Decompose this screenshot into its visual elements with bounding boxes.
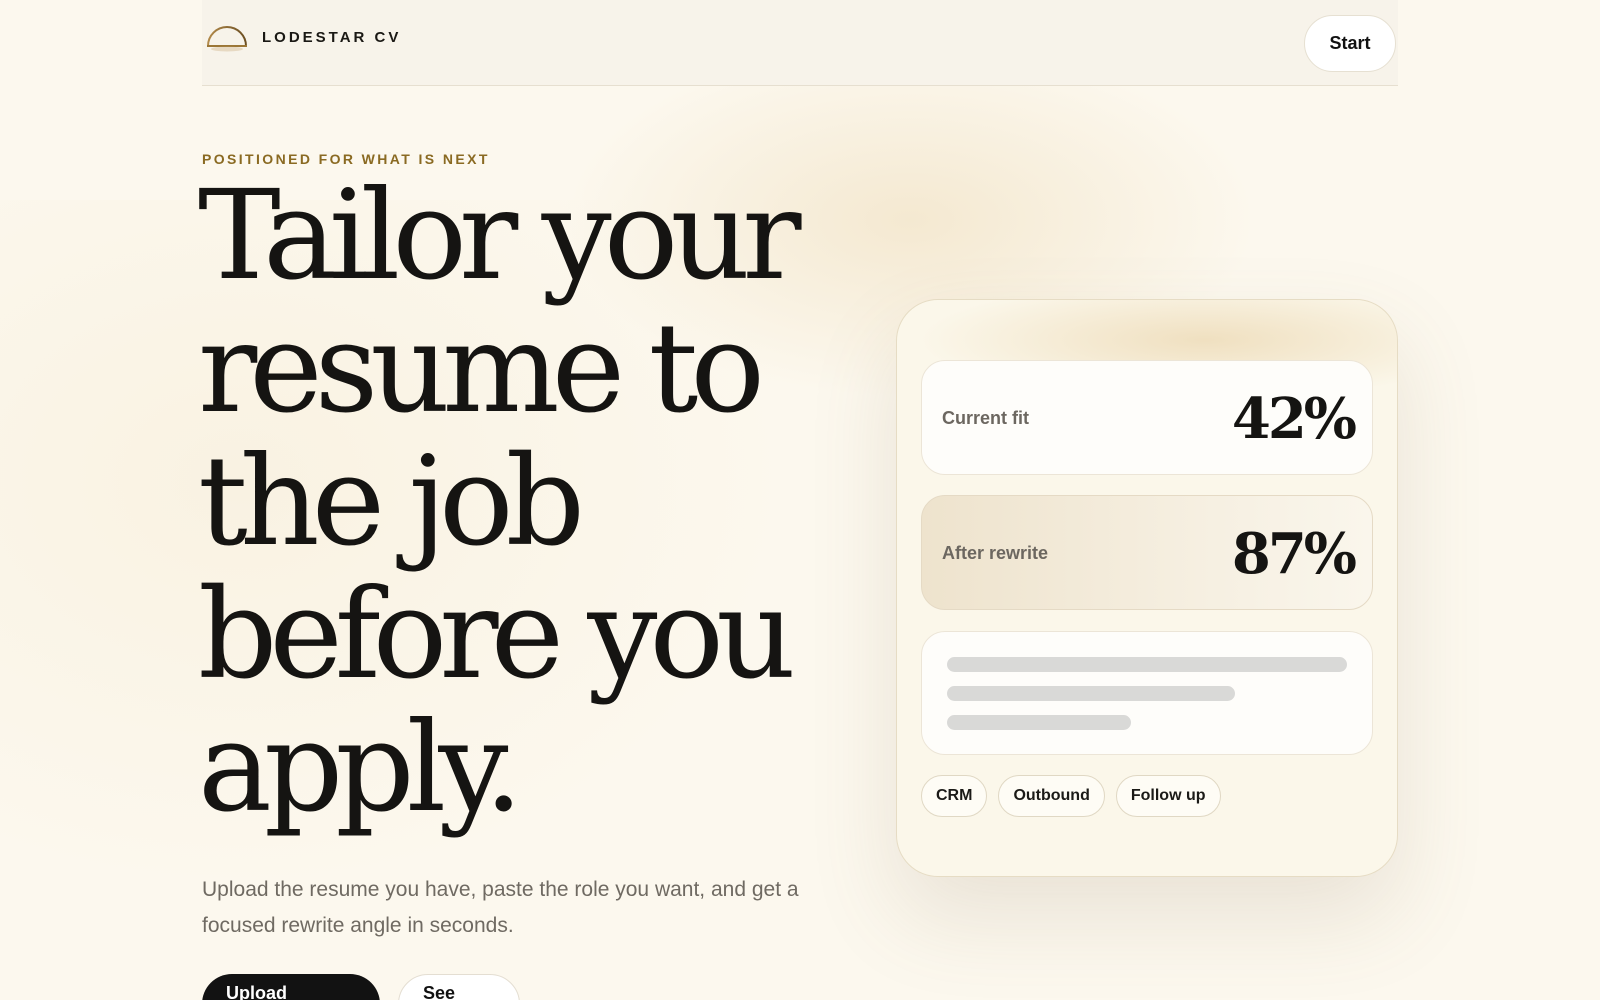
half-sun-horizon-icon xyxy=(206,22,248,52)
headline-line: before you xyxy=(198,563,796,707)
tag-crm[interactable]: CRM xyxy=(921,775,988,817)
metric-value: 42% xyxy=(1231,386,1357,452)
headline-line: resume to xyxy=(198,297,765,441)
logo[interactable]: LODESTAR CV xyxy=(206,22,401,52)
headline-line: the job xyxy=(198,430,585,574)
tag-follow-up[interactable]: Follow up xyxy=(1115,775,1221,817)
skeleton-line xyxy=(947,686,1235,701)
start-button[interactable]: Start xyxy=(1304,15,1396,72)
after-rewrite-metric: After rewrite 87% xyxy=(921,495,1373,610)
hero-subtext: Upload the resume you have, paste the ro… xyxy=(202,878,799,937)
headline-line: apply. xyxy=(198,696,523,840)
metric-label: Current fit xyxy=(942,408,1029,428)
headline-line: Tailor your xyxy=(198,164,802,308)
brand-name: LODESTAR CV xyxy=(262,28,402,46)
see-flow-button[interactable]: See flow xyxy=(398,974,520,1000)
skeleton-text-block xyxy=(921,631,1373,755)
metric-value: 87% xyxy=(1231,521,1357,587)
upload-resume-button[interactable]: Upload resume xyxy=(202,974,380,1000)
hero-headline: Tailor your resume to the job before you… xyxy=(198,170,898,835)
skeleton-line xyxy=(947,715,1131,730)
tag-outbound[interactable]: Outbound xyxy=(998,775,1105,817)
fit-preview-card: Current fit 42% After rewrite 87% CRM Ou… xyxy=(896,299,1398,877)
metric-label: After rewrite xyxy=(942,543,1049,563)
site-header: LODESTAR CV Start xyxy=(202,0,1398,86)
keyword-tags: CRM Outbound Follow up xyxy=(921,775,1221,817)
skeleton-line xyxy=(947,657,1347,672)
current-fit-metric: Current fit 42% xyxy=(921,360,1373,475)
